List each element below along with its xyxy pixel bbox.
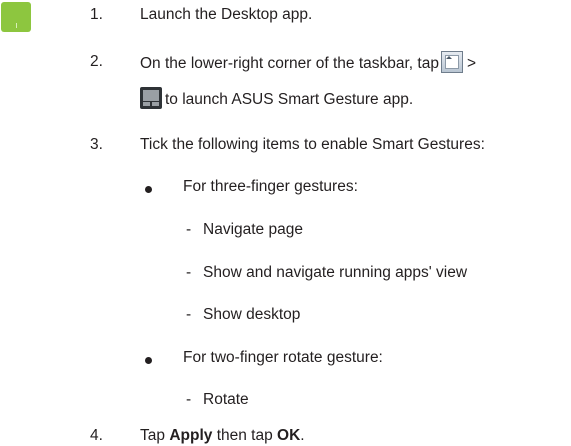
option-rotate: Rotate — [203, 391, 249, 408]
step-2-line-2-text: to launch ASUS Smart Gesture app. — [165, 91, 414, 109]
step-1-text: Launch the Desktop app. — [140, 6, 313, 23]
ok-label: OK — [277, 427, 301, 444]
step-number: 2. — [90, 53, 103, 70]
option-show-desktop: Show desktop — [203, 306, 301, 323]
step-2-line-1: On the lower-right corner of the taskbar… — [140, 51, 477, 75]
touchpad-left-button — [143, 102, 150, 106]
dash-marker: - — [186, 391, 192, 408]
step-2-separator: > — [466, 55, 477, 73]
show-hidden-icons-arrow-icon — [440, 51, 463, 73]
three-finger-heading: For three-finger gestures: — [183, 178, 358, 195]
two-finger-heading: For two-finger rotate gesture: — [183, 349, 383, 366]
step-number: 3. — [90, 136, 103, 153]
dash-marker: - — [186, 306, 192, 323]
dash-marker: - — [186, 264, 192, 281]
step-4-middle: then tap — [216, 427, 273, 444]
asus-smart-gesture-icon — [140, 87, 162, 109]
option-navigate-page: Navigate page — [203, 221, 303, 238]
step-4-prefix: Tap — [140, 427, 165, 444]
chapter-tab-marker — [1, 2, 31, 32]
step-2-line-2: to launch ASUS Smart Gesture app. — [140, 87, 414, 111]
up-arrow-icon — [445, 56, 452, 59]
step-3-text: Tick the following items to enable Smart… — [140, 136, 485, 153]
step-4-text: Tap Apply then tap OK. — [140, 427, 305, 445]
bullet — [145, 357, 152, 364]
dash-marker: - — [186, 221, 192, 238]
touchpad-right-button — [152, 102, 159, 106]
option-show-running-apps: Show and navigate running apps' view — [203, 264, 468, 281]
step-number: 4. — [90, 427, 103, 444]
apply-label: Apply — [169, 427, 213, 444]
bullet — [145, 186, 152, 193]
step-2-line-1-text: On the lower-right corner of the taskbar… — [140, 55, 439, 73]
step-number: 1. — [90, 6, 103, 23]
tab-notch — [16, 23, 17, 28]
touchpad-surface — [143, 90, 159, 101]
step-4-suffix: . — [300, 427, 305, 444]
